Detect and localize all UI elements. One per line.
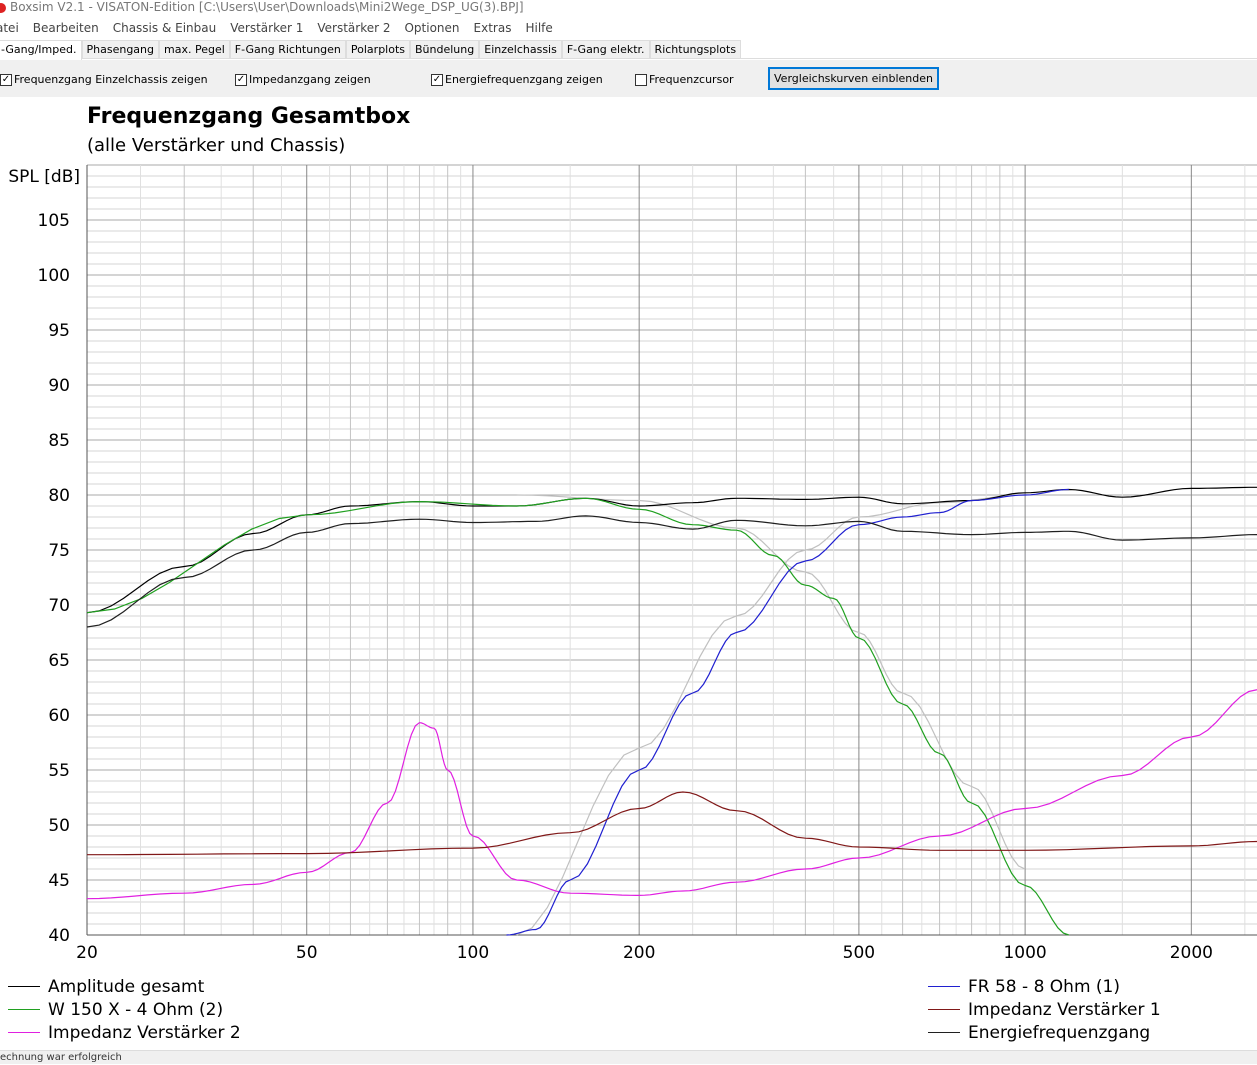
x-tick-label: 20 (76, 943, 98, 963)
y-axis-label: SPL [dB] (8, 167, 80, 187)
legend-item: Impedanz Verstärker 2 (8, 1021, 241, 1044)
y-tick-label: 65 (48, 651, 70, 671)
legend-right: FR 58 - 8 Ohm (1) Impedanz Verstärker 1 En… (928, 975, 1161, 1044)
legend-label: Impedanz Verstärker 2 (48, 1022, 241, 1043)
y-tick-label: 55 (48, 761, 70, 781)
legend-item: Amplitude gesamt (8, 975, 241, 998)
y-tick-label: 60 (48, 706, 70, 726)
legend-swatch (8, 1009, 40, 1010)
x-tick-label: 1000 (1003, 943, 1046, 963)
y-tick-label: 105 (38, 211, 70, 231)
y-tick-label: 90 (48, 376, 70, 396)
legend-item: Energiefrequenzgang (928, 1021, 1161, 1044)
y-tick-label: 50 (48, 816, 70, 836)
legend-label: W 150 X - 4 Ohm (2) (48, 999, 224, 1020)
series-line-impedanz-verst-rker-1 (87, 791, 1257, 856)
y-tick-label: 75 (48, 541, 70, 561)
legend-item: FR 58 - 8 Ohm (1) (928, 975, 1161, 998)
legend-label: Impedanz Verstärker 1 (968, 999, 1161, 1020)
x-tick-label: 2000 (1170, 943, 1213, 963)
legend-swatch (8, 986, 40, 987)
legend-label: Amplitude gesamt (48, 976, 205, 997)
x-tick-label: 500 (843, 943, 875, 963)
x-tick-label: 100 (457, 943, 489, 963)
legend-swatch (928, 1009, 960, 1010)
y-tick-label: 85 (48, 431, 70, 451)
legend-swatch (928, 1032, 960, 1033)
legend-label: FR 58 - 8 Ohm (1) (968, 976, 1120, 997)
legend-item: Impedanz Verstärker 1 (928, 998, 1161, 1021)
legend-label: Energiefrequenzgang (968, 1022, 1151, 1043)
status-bar: echnung war erfolgreich (0, 1050, 1257, 1064)
y-tick-label: 45 (48, 871, 70, 891)
x-tick-label: 50 (296, 943, 318, 963)
legend-swatch (8, 1032, 40, 1033)
y-tick-label: 70 (48, 596, 70, 616)
series-line-fr-58-8-ohm-1- (506, 488, 1069, 936)
legend-left: Amplitude gesamt W 150 X - 4 Ohm (2) Imped… (8, 975, 241, 1044)
y-tick-label: 100 (38, 266, 70, 286)
legend-item: W 150 X - 4 Ohm (2) (8, 998, 241, 1021)
y-tick-label: 40 (48, 926, 70, 946)
y-tick-label: 80 (48, 486, 70, 506)
legend-swatch (928, 986, 960, 987)
frequency-response-chart: SPL [dB] 40 45 50 55 60 65 70 75 80 85 90 95 100 105 20… (8, 164, 1257, 963)
y-tick-label: 95 (48, 321, 70, 341)
x-tick-label: 200 (623, 943, 655, 963)
